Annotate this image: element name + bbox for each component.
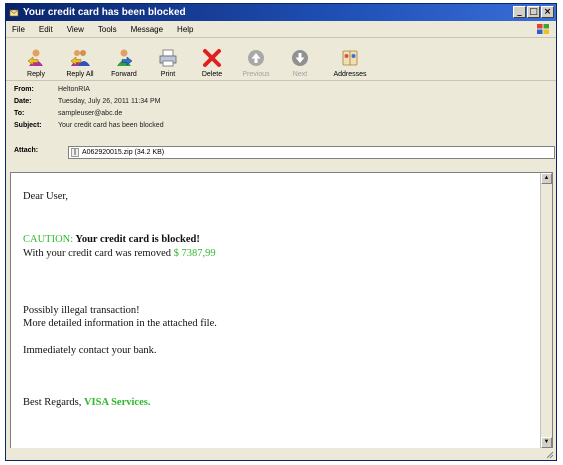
forward-icon — [117, 49, 133, 66]
caution-label: CAUTION: — [23, 234, 74, 245]
windows-flag-icon — [537, 24, 549, 34]
forward-label: Forward — [111, 71, 137, 78]
attach-row: Attach: — [14, 147, 58, 154]
reply-icon — [27, 49, 43, 66]
removed-text: With your credit card was removed — [23, 248, 171, 259]
next-button[interactable]: Next — [278, 47, 322, 78]
menu-tools[interactable]: Tools — [98, 25, 117, 34]
message-body[interactable]: Dear User, CAUTION: Your credit card is … — [10, 172, 553, 449]
attachment-name[interactable]: A062920015.zip (34.2 KB) — [82, 149, 164, 156]
delete-label: Delete — [201, 71, 223, 78]
regards-line: Best Regards, VISA Services. — [23, 397, 150, 408]
illegal-line: Possibly illegal transaction! — [23, 305, 140, 316]
date-value: Tuesday, July 26, 2011 11:34 PM — [58, 98, 161, 105]
maximize-button[interactable]: □ — [527, 6, 540, 18]
from-row: From: HeltonRIA — [14, 86, 90, 93]
menu-help[interactable]: Help — [177, 25, 193, 34]
amount: $ 7387,99 — [170, 248, 216, 259]
subject-row: Subject: Your credit card has been block… — [14, 122, 164, 129]
greeting: Dear User, — [23, 191, 69, 202]
removed-line: With your credit card was removed $ 7387… — [23, 248, 216, 259]
print-icon — [159, 49, 177, 67]
to-label: To: — [14, 110, 25, 117]
info-line: More detailed information in the attache… — [23, 318, 217, 329]
toolbar: Reply Reply All Forward Print Delete Pre… — [6, 38, 556, 81]
next-icon — [292, 50, 308, 66]
addresses-button[interactable]: Addresses — [322, 47, 378, 78]
from-value[interactable]: HeltonRIA — [58, 86, 90, 93]
menu-edit[interactable]: Edit — [39, 25, 53, 34]
to-value[interactable]: sampleuser@abc.de — [58, 110, 122, 117]
window-title: Your credit card has been blocked — [23, 7, 186, 18]
close-button[interactable]: × — [541, 6, 554, 18]
date-label: Date: — [14, 98, 32, 105]
email-window: Your credit card has been blocked _ □ × … — [5, 3, 557, 461]
delete-button[interactable]: Delete — [190, 47, 234, 78]
subject-label: Subject: — [14, 122, 42, 129]
caution-text: Your credit card is blocked! — [73, 234, 200, 245]
addresses-icon — [342, 50, 358, 66]
minimize-button[interactable]: _ — [513, 6, 526, 18]
signature: VISA Services. — [83, 397, 151, 408]
reply-label: Reply — [27, 71, 45, 78]
reply-button[interactable]: Reply — [14, 47, 58, 78]
message-headers: From: HeltonRIA Date: Tuesday, July 26, … — [6, 81, 556, 161]
message-icon — [9, 9, 19, 16]
reply-all-button[interactable]: Reply All — [58, 47, 102, 78]
scroll-up-arrow-icon[interactable]: ▲ — [541, 173, 552, 184]
to-row: To: sampleuser@abc.de — [14, 110, 122, 117]
resize-grip-icon[interactable] — [545, 450, 554, 459]
forward-button[interactable]: Forward — [102, 47, 146, 78]
regards-text: Best Regards, — [23, 397, 84, 408]
print-button[interactable]: Print — [146, 47, 190, 78]
menu-bar: File Edit View Tools Message Help — [6, 21, 556, 38]
attach-label: Attach: — [14, 147, 39, 154]
date-row: Date: Tuesday, July 26, 2011 11:34 PM — [14, 98, 160, 105]
zip-file-icon — [71, 148, 79, 157]
previous-label: Previous — [242, 71, 270, 78]
vertical-scrollbar[interactable]: ▲ ▼ — [540, 173, 552, 448]
menu-message[interactable]: Message — [131, 25, 163, 34]
menu-file[interactable]: File — [12, 25, 25, 34]
contact-line: Immediately contact your bank. — [23, 345, 157, 356]
scroll-down-arrow-icon[interactable]: ▼ — [541, 437, 552, 448]
reply-all-icon — [70, 50, 90, 66]
from-label: From: — [14, 86, 34, 93]
attachment-field[interactable]: A062920015.zip (34.2 KB) — [68, 146, 555, 159]
title-bar[interactable]: Your credit card has been blocked _ □ × — [6, 4, 556, 21]
status-bar — [6, 448, 556, 460]
print-label: Print — [160, 71, 176, 78]
subject-value: Your credit card has been blocked — [58, 122, 164, 129]
addresses-label: Addresses — [333, 71, 367, 78]
caution-line: CAUTION: Your credit card is blocked! — [23, 234, 200, 245]
reply-all-label: Reply All — [66, 71, 94, 78]
next-label: Next — [292, 71, 308, 78]
menu-view[interactable]: View — [67, 25, 84, 34]
delete-icon — [203, 49, 221, 67]
previous-icon — [248, 50, 264, 66]
previous-button[interactable]: Previous — [234, 47, 278, 78]
